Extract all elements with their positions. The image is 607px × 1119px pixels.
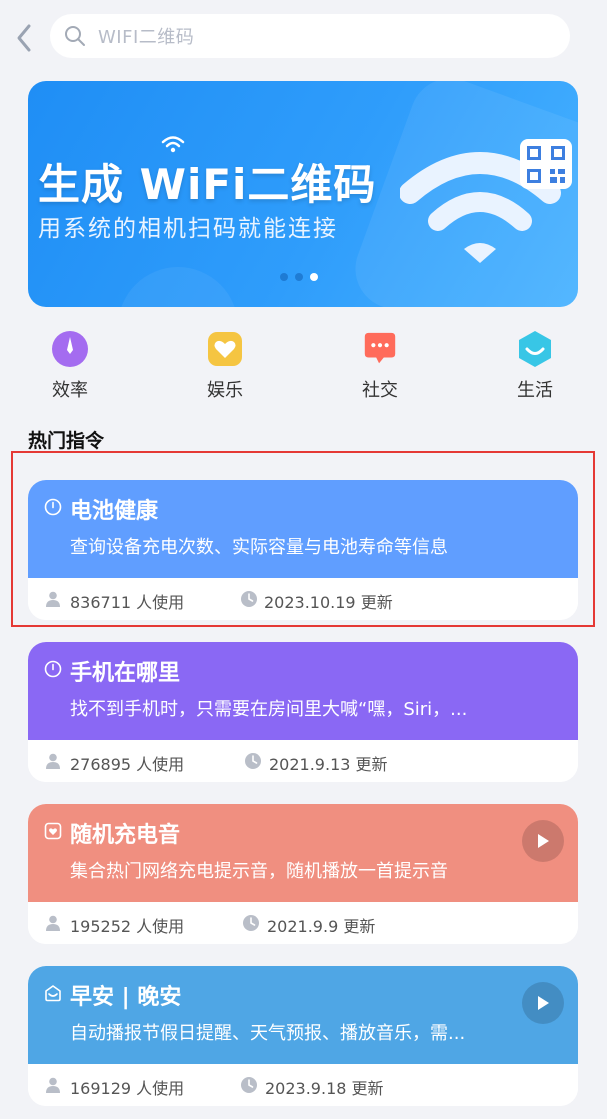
clock-icon [241, 1077, 257, 1093]
smile-icon [516, 330, 554, 368]
inbox-icon [45, 985, 61, 1002]
category-label: 生活 [517, 380, 553, 401]
card-header: 手机在哪里 找不到手机时，只需要在房间里大喊“嘿，Siri，... [28, 642, 578, 740]
user-icon [46, 915, 60, 931]
carousel-dot[interactable] [280, 273, 288, 281]
category-label: 娱乐 [207, 380, 243, 401]
card-description: 集合热门网络充电提示音，随机播放一首提示音 [70, 861, 448, 882]
usage-count: 195252 人使用 [70, 917, 185, 936]
usage-count: 169129 人使用 [70, 1079, 185, 1098]
update-date: 2023.9.18 更新 [265, 1079, 384, 1098]
category-social[interactable]: 社交 [340, 330, 420, 402]
section-title: 热门指令 [28, 430, 105, 452]
banner-title: 生成 WiFi二维码 [38, 160, 377, 209]
user-icon [46, 753, 60, 769]
card-footer: 169129 人使用 2023.9.18 更新 [28, 1064, 578, 1106]
heart-icon [206, 330, 244, 368]
search-icon [64, 25, 86, 47]
shortcut-card[interactable]: 随机充电音 集合热门网络充电提示音，随机播放一首提示音 195252 人使用 2… [28, 804, 578, 944]
play-icon [538, 834, 549, 848]
clock-icon [245, 753, 261, 769]
chat-icon [361, 330, 399, 368]
category-life[interactable]: 生活 [495, 330, 575, 402]
carousel-dot-active[interactable] [310, 273, 318, 281]
usage-count: 276895 人使用 [70, 755, 185, 774]
play-button[interactable] [522, 820, 564, 862]
card-title: 早安 | 晚安 [70, 985, 182, 1010]
search-placeholder: WIFI二维码 [98, 27, 195, 48]
banner-decoration [118, 267, 238, 307]
chevron-left-icon [17, 24, 31, 52]
wifi-qr-illustration-icon [400, 139, 572, 263]
carousel-dot[interactable] [295, 273, 303, 281]
card-title: 手机在哪里 [70, 661, 181, 686]
update-date: 2021.9.13 更新 [269, 755, 388, 774]
category-entertainment[interactable]: 娱乐 [185, 330, 265, 402]
banner-carousel[interactable]: 生成 WiFi二维码 用系统的相机扫码就能连接 [28, 81, 578, 307]
category-label: 效率 [52, 380, 88, 401]
card-footer: 276895 人使用 2021.9.13 更新 [28, 740, 578, 782]
play-icon [538, 996, 549, 1010]
selection-highlight [11, 451, 595, 627]
clock-icon [44, 660, 62, 678]
category-efficiency[interactable]: 效率 [30, 330, 110, 402]
back-button[interactable] [8, 18, 40, 58]
search-input[interactable]: WIFI二维码 [50, 14, 570, 58]
category-label: 社交 [362, 380, 398, 401]
shortcut-card[interactable]: 早安 | 晚安 自动播报节假日提醒、天气预报、播放音乐，需... 169129 … [28, 966, 578, 1106]
update-date: 2021.9.9 更新 [267, 917, 376, 936]
clock-icon [243, 915, 259, 931]
play-button[interactable] [522, 982, 564, 1024]
card-description: 自动播报节假日提醒、天气预报、播放音乐，需... [70, 1023, 466, 1044]
card-title: 随机充电音 [70, 823, 181, 848]
carousel-indicator [280, 273, 318, 281]
shortcut-card[interactable]: 手机在哪里 找不到手机时，只需要在房间里大喊“嘿，Siri，... 276895… [28, 642, 578, 782]
card-header: 随机充电音 集合热门网络充电提示音，随机播放一首提示音 [28, 804, 578, 902]
user-icon [46, 1077, 60, 1093]
compass-icon [51, 330, 89, 368]
banner-subtitle: 用系统的相机扫码就能连接 [38, 216, 338, 242]
card-description: 找不到手机时，只需要在房间里大喊“嘿，Siri，... [70, 699, 468, 720]
category-row: 效率 娱乐 社交 生活 [0, 330, 607, 410]
top-bar: WIFI二维码 [0, 0, 607, 70]
card-footer: 195252 人使用 2021.9.9 更新 [28, 902, 578, 944]
card-header: 早安 | 晚安 自动播报节假日提醒、天气预报、播放音乐，需... [28, 966, 578, 1064]
heart-box-icon [44, 822, 62, 840]
